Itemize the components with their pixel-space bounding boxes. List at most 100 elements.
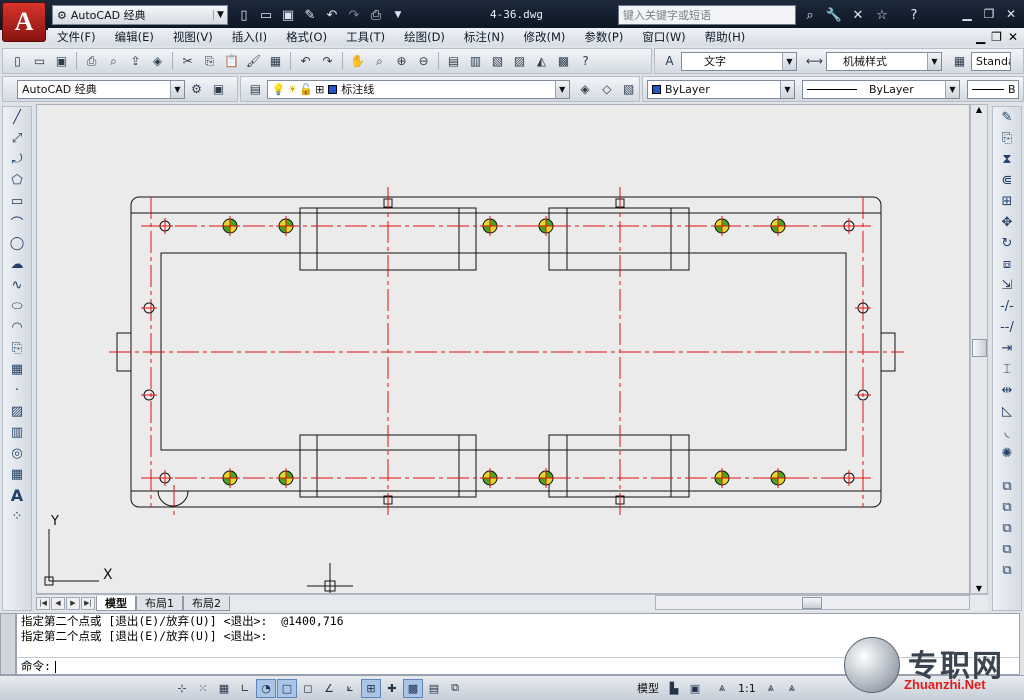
- insert-block-icon[interactable]: ⎘: [4, 338, 30, 359]
- menu-format[interactable]: 格式(O): [277, 29, 337, 45]
- polar-tracking-icon[interactable]: ◔: [256, 678, 276, 698]
- zoom-previous-icon[interactable]: ⊖: [413, 51, 434, 72]
- grid-display-icon[interactable]: ▦: [214, 679, 234, 698]
- explode-icon[interactable]: ✺: [994, 443, 1020, 464]
- pan-hand-icon[interactable]: ✋: [347, 51, 368, 72]
- horizontal-scroll-thumb[interactable]: [802, 597, 822, 609]
- ortho-mode-icon[interactable]: ∟: [235, 679, 255, 698]
- mirror-icon[interactable]: ⧗: [994, 149, 1020, 170]
- zoom-window-icon[interactable]: ⊕: [391, 51, 412, 72]
- selection-cycling-icon[interactable]: ⧉: [445, 679, 465, 698]
- linetype-combo[interactable]: ByLayer ▼: [802, 79, 960, 99]
- next-tab-icon[interactable]: ▶: [66, 596, 80, 610]
- save-icon[interactable]: ▣: [51, 51, 72, 72]
- undo-icon[interactable]: ↶: [322, 5, 342, 25]
- infer-constraints-icon[interactable]: ⊹: [172, 679, 192, 698]
- menu-view[interactable]: 视图(V): [164, 29, 223, 45]
- layer-properties-icon[interactable]: ▤: [245, 79, 266, 100]
- draw-order-back-icon[interactable]: ⧉: [994, 497, 1020, 518]
- communication-center-icon[interactable]: 🔧: [824, 5, 844, 25]
- block-editor-icon[interactable]: ▦: [265, 51, 286, 72]
- layer-combo[interactable]: 💡 ☀ 🔓 ⊞ 标注线 ▼: [266, 79, 570, 99]
- menu-parametric[interactable]: 参数(P): [575, 29, 633, 45]
- tab-model[interactable]: 模型: [96, 595, 136, 611]
- menu-help[interactable]: 帮助(H): [696, 29, 756, 45]
- rotate-icon[interactable]: ↻: [994, 233, 1020, 254]
- paste-icon[interactable]: 📋: [221, 51, 242, 72]
- annotation-scale-icon[interactable]: ⩓: [712, 679, 732, 698]
- quickcalc-icon[interactable]: ▩: [553, 51, 574, 72]
- menu-draw[interactable]: 绘图(D): [395, 29, 455, 45]
- save-as-icon[interactable]: ✎: [300, 5, 320, 25]
- annotation-scale-value[interactable]: 1:1: [733, 682, 761, 695]
- copy-icon[interactable]: ⎘: [199, 51, 220, 72]
- tool-palettes-icon[interactable]: ▧: [487, 51, 508, 72]
- tab-layout1[interactable]: 布局1: [136, 595, 183, 611]
- new-file-icon[interactable]: ▯: [7, 51, 28, 72]
- application-menu-button[interactable]: A: [2, 2, 46, 42]
- undo-icon[interactable]: ↶: [295, 51, 316, 72]
- join-icon[interactable]: ⇹: [994, 380, 1020, 401]
- stretch-icon[interactable]: ⇲: [994, 275, 1020, 296]
- menu-dimension[interactable]: 标注(N): [455, 29, 515, 45]
- star-icon[interactable]: ☆: [872, 5, 892, 25]
- open-folder-icon[interactable]: ▭: [29, 51, 50, 72]
- restore-icon[interactable]: ❐: [991, 30, 1002, 44]
- prev-tab-icon[interactable]: ◀: [51, 596, 65, 610]
- properties-icon[interactable]: ▤: [443, 51, 464, 72]
- menu-edit[interactable]: 编辑(E): [106, 29, 164, 45]
- binoculars-icon[interactable]: ⌕: [800, 5, 820, 25]
- menu-file[interactable]: 文件(F): [48, 29, 106, 45]
- dimension-style-combo[interactable]: 机械样式 ▼: [826, 51, 942, 71]
- break-at-point-icon[interactable]: ⇥: [994, 338, 1020, 359]
- text-style-icon[interactable]: A: [659, 51, 680, 72]
- redo-icon[interactable]: ↷: [344, 5, 364, 25]
- cut-icon[interactable]: ✂: [177, 51, 198, 72]
- minimize-icon[interactable]: ▁: [958, 5, 976, 23]
- open-folder-icon[interactable]: ▭: [256, 5, 276, 25]
- workspace-combo[interactable]: AutoCAD 经典 ▼: [17, 79, 185, 99]
- vertical-scrollbar[interactable]: ▲ ▼: [970, 104, 988, 594]
- quick-view-drawings-icon[interactable]: ▣: [685, 679, 705, 698]
- 3d-dwf-icon[interactable]: ◈: [147, 51, 168, 72]
- minimize-icon[interactable]: ▁: [976, 30, 985, 44]
- quick-properties-icon[interactable]: ▤: [424, 679, 444, 698]
- ellipse-arc-icon[interactable]: ◠: [4, 317, 30, 338]
- close-icon[interactable]: ✕: [1002, 5, 1020, 23]
- dynamic-input-icon[interactable]: ⊞: [361, 678, 381, 698]
- make-current-layer-icon[interactable]: ◈: [575, 79, 596, 100]
- polyline-icon[interactable]: ⤾: [4, 149, 30, 170]
- markup-icon[interactable]: ◭: [531, 51, 552, 72]
- drawing-area[interactable]: Y X: [36, 104, 970, 594]
- object-snap-tracking-icon[interactable]: ∠: [319, 679, 339, 698]
- redo-icon[interactable]: ↷: [317, 51, 338, 72]
- print-icon[interactable]: ⎙: [366, 5, 386, 25]
- dimension-style-icon[interactable]: ⟷: [804, 51, 825, 72]
- sheet-set-icon[interactable]: ▨: [509, 51, 530, 72]
- trim-icon[interactable]: -/-: [994, 296, 1020, 317]
- construction-line-icon[interactable]: ⤢: [4, 128, 30, 149]
- print-preview-icon[interactable]: ⌕: [103, 51, 124, 72]
- x-icon[interactable]: ✕: [848, 5, 868, 25]
- search-input[interactable]: 键入关键字或短语: [618, 5, 796, 25]
- polygon-icon[interactable]: ⬠: [4, 170, 30, 191]
- allow-ucs-icon[interactable]: ⟀: [340, 679, 360, 698]
- send-under-icon[interactable]: ⧉: [994, 539, 1020, 560]
- first-tab-icon[interactable]: |◀: [36, 596, 50, 610]
- gear-icon[interactable]: ⚙: [186, 79, 207, 100]
- transparency-icon[interactable]: ▩: [403, 678, 423, 698]
- save-icon[interactable]: ▣: [278, 5, 298, 25]
- text-front-icon[interactable]: ⧉: [994, 560, 1020, 581]
- table-style-combo[interactable]: Standa: [971, 51, 1011, 71]
- text-style-combo[interactable]: 文字 ▼: [681, 51, 797, 71]
- layer-previous-icon[interactable]: ◇: [596, 79, 617, 100]
- arc-icon[interactable]: ⌒: [4, 212, 30, 233]
- horizontal-scrollbar[interactable]: [655, 595, 970, 610]
- tab-layout2[interactable]: 布局2: [183, 595, 230, 611]
- line-icon[interactable]: ╱: [4, 107, 30, 128]
- menu-window[interactable]: 窗口(W): [633, 29, 695, 45]
- last-tab-icon[interactable]: ▶|: [81, 596, 95, 610]
- array-icon[interactable]: ⊞: [994, 191, 1020, 212]
- chevron-down-icon[interactable]: ▼: [388, 5, 408, 25]
- multiline-text-icon[interactable]: A: [4, 485, 30, 506]
